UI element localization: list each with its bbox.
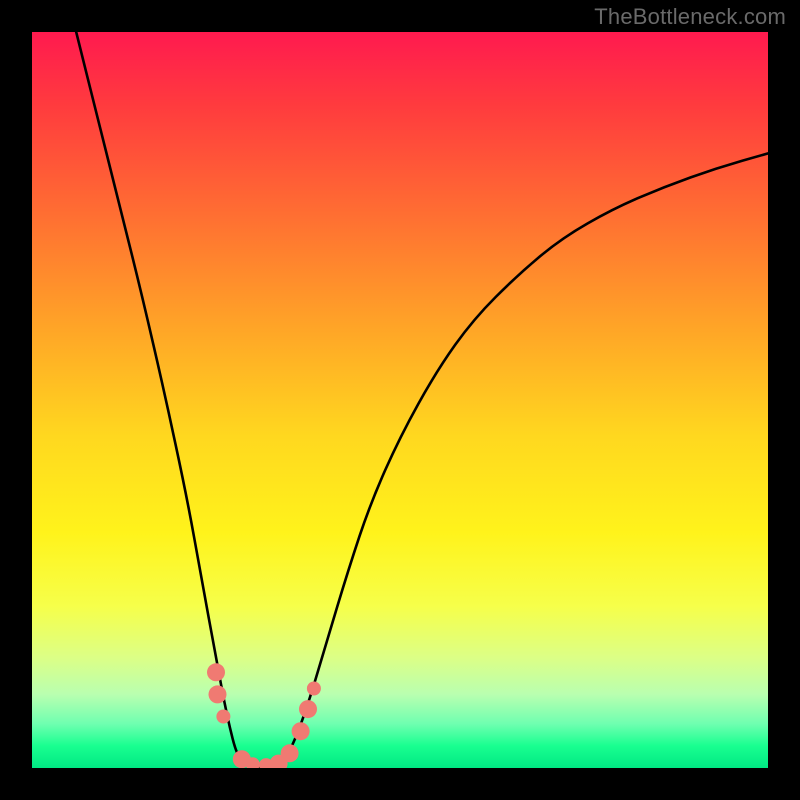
curve-marker: [307, 682, 321, 696]
curve-marker: [216, 710, 230, 724]
curve-marker: [292, 722, 310, 740]
curve-marker: [281, 744, 299, 762]
curve-svg: [32, 32, 768, 768]
curve-markers: [207, 663, 321, 768]
bottleneck-curve: [76, 32, 768, 768]
watermark-text: TheBottleneck.com: [594, 4, 786, 30]
curve-marker: [209, 685, 227, 703]
curve-marker: [207, 663, 225, 681]
outer-frame: TheBottleneck.com: [0, 0, 800, 800]
plot-area: [32, 32, 768, 768]
curve-marker: [299, 700, 317, 718]
